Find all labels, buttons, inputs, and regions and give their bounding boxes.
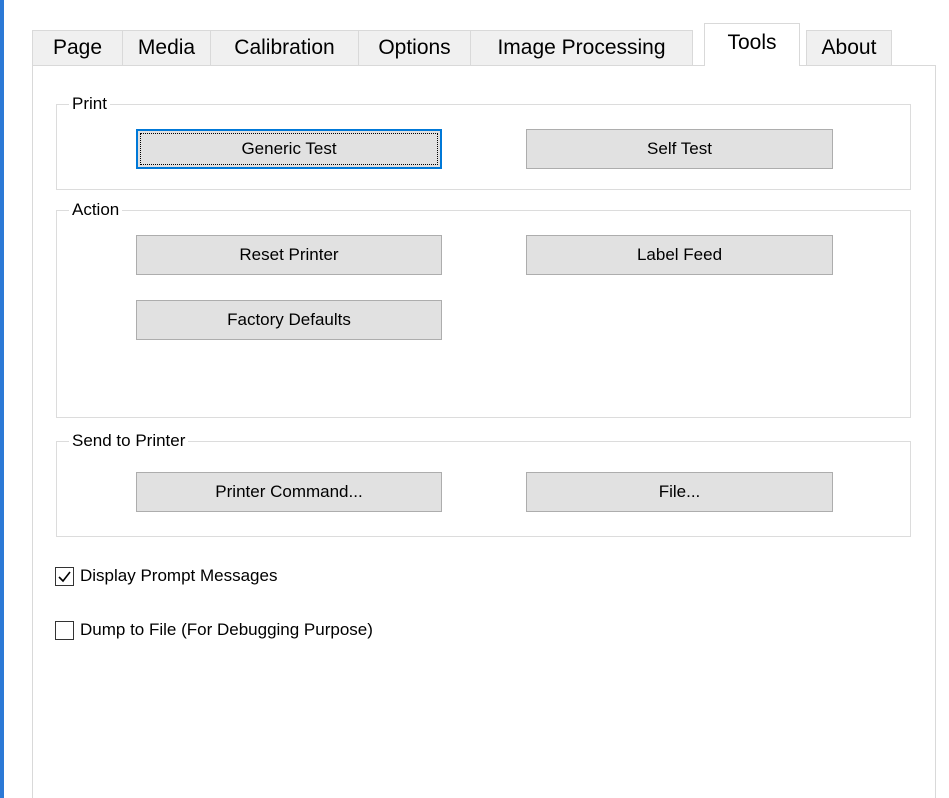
tools-tab-panel: Print Generic Test Self Test Action Rese… <box>32 65 936 798</box>
dump-to-file-option[interactable]: Dump to File (For Debugging Purpose) <box>55 618 373 642</box>
checkmark-icon <box>58 571 71 582</box>
tab-calibration[interactable]: Calibration <box>210 30 359 65</box>
tab-media[interactable]: Media <box>122 30 211 65</box>
window-left-edge <box>0 0 4 798</box>
print-group: Print Generic Test Self Test <box>56 93 911 190</box>
generic-test-label: Generic Test <box>241 139 337 158</box>
dump-to-file-label: Dump to File (For Debugging Purpose) <box>80 620 373 639</box>
dump-to-file-checkbox[interactable] <box>55 620 74 640</box>
tab-page[interactable]: Page <box>32 30 123 65</box>
reset-printer-button[interactable]: Reset Printer <box>136 235 442 275</box>
tab-image-processing[interactable]: Image Processing <box>470 30 693 65</box>
display-prompt-checkbox[interactable] <box>55 566 74 586</box>
send-to-printer-group: Send to Printer Printer Command... File.… <box>56 430 911 537</box>
tab-about[interactable]: About <box>806 30 892 65</box>
generic-test-button[interactable]: Generic Test <box>136 129 442 169</box>
window-top-area <box>4 0 949 26</box>
factory-defaults-button[interactable]: Factory Defaults <box>136 300 442 340</box>
display-prompt-label: Display Prompt Messages <box>80 566 278 585</box>
display-prompt-messages-option[interactable]: Display Prompt Messages <box>55 564 277 588</box>
self-test-button[interactable]: Self Test <box>526 129 833 169</box>
print-group-title: Print <box>69 93 110 115</box>
send-to-printer-group-title: Send to Printer <box>69 430 189 452</box>
action-group: Action Reset Printer Label Feed Factory … <box>56 199 911 418</box>
label-feed-button[interactable]: Label Feed <box>526 235 833 275</box>
tab-options[interactable]: Options <box>358 30 471 65</box>
action-group-title: Action <box>69 199 123 221</box>
printer-command-button[interactable]: Printer Command... <box>136 472 442 512</box>
tab-tools[interactable]: Tools <box>704 23 800 66</box>
file-button[interactable]: File... <box>526 472 833 512</box>
